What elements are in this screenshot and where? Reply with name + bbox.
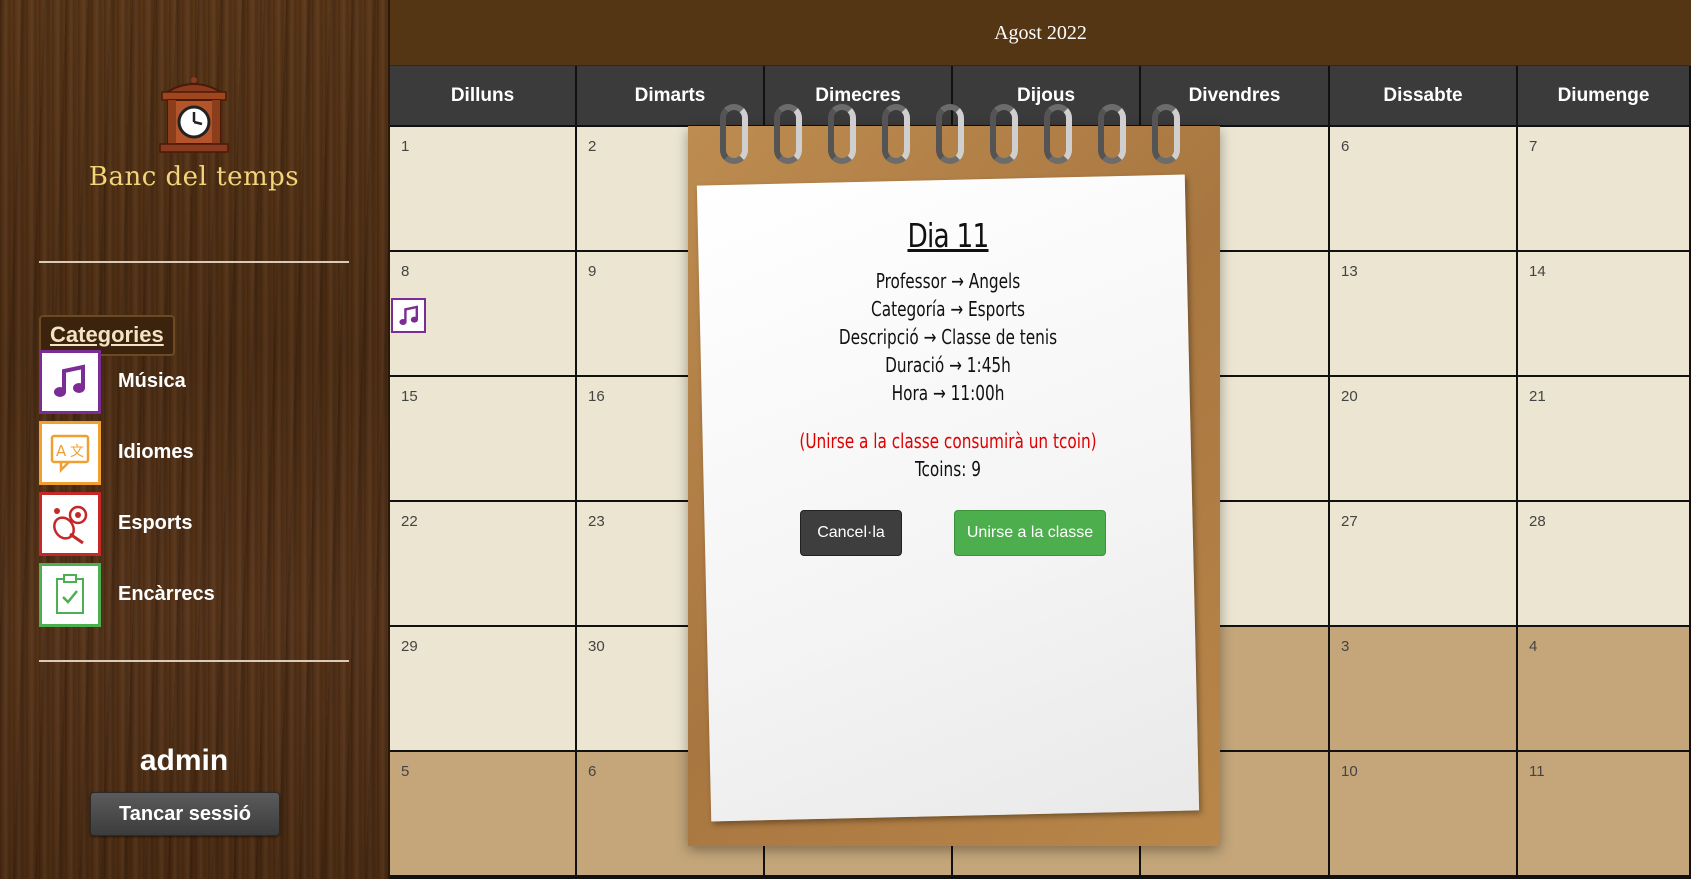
- day-cell[interactable]: 29: [390, 627, 577, 752]
- info-professor: Professor → Angels: [875, 269, 1021, 293]
- day-cell-other-month[interactable]: 11: [1518, 752, 1691, 877]
- category-label: Encàrrecs: [118, 583, 215, 605]
- category-item-esports[interactable]: Esports: [39, 492, 359, 556]
- day-cell[interactable]: 13: [1330, 252, 1518, 377]
- day-cell[interactable]: 7: [1518, 127, 1691, 252]
- day-cell[interactable]: 21: [1518, 377, 1691, 502]
- ring-icon: [828, 104, 856, 164]
- category-label: Idiomes: [118, 441, 194, 463]
- info-duration: Duració → 1:45h: [885, 353, 1011, 377]
- info-time: Hora → 11:00h: [891, 381, 1005, 405]
- modal-title: Dia 11: [907, 216, 989, 255]
- day-cell[interactable]: 22: [390, 502, 577, 627]
- day-name: Dilluns: [390, 66, 577, 127]
- day-number: 23: [588, 513, 605, 530]
- ring-icon: [990, 104, 1018, 164]
- sidebar-divider: [39, 261, 349, 263]
- category-item-encarrecs[interactable]: Encàrrecs: [39, 563, 359, 627]
- day-number: 20: [1341, 388, 1358, 405]
- month-title: Agost 2022: [994, 22, 1087, 44]
- modal-actions: Cancel·la Unirse a la classe: [800, 510, 1110, 556]
- day-number: 4: [1529, 638, 1538, 655]
- cancel-button[interactable]: Cancel·la: [800, 510, 902, 556]
- day-cell-other-month[interactable]: 10: [1330, 752, 1518, 877]
- svg-text:A: A: [56, 442, 67, 460]
- day-number: 8: [401, 263, 410, 280]
- day-number: 5: [401, 763, 410, 780]
- day-number: 30: [588, 638, 605, 655]
- sports-icon: [39, 492, 101, 556]
- info-description: Descripció → Classe de tenis: [838, 325, 1058, 349]
- day-cell[interactable]: 6: [1330, 127, 1518, 252]
- logout-button[interactable]: Tancar sessió: [90, 792, 280, 836]
- clipboard-check-icon: [39, 563, 101, 627]
- day-number: 29: [401, 638, 418, 655]
- day-name: Dissabte: [1330, 66, 1518, 127]
- day-number: 16: [588, 388, 605, 405]
- day-cell[interactable]: 1: [390, 127, 577, 252]
- ring-icon: [1098, 104, 1126, 164]
- ring-icon: [1044, 104, 1072, 164]
- category-item-idiomes[interactable]: A 文 Idiomes: [39, 421, 359, 485]
- category-label: Esports: [118, 512, 193, 534]
- day-cell[interactable]: 27: [1330, 502, 1518, 627]
- day-number: 15: [401, 388, 418, 405]
- tcoins-balance: Tcoins: 9: [915, 457, 981, 481]
- day-cell-other-month[interactable]: 4: [1518, 627, 1691, 752]
- day-number: 2: [588, 138, 597, 155]
- ring-icon: [936, 104, 964, 164]
- event-music-note-icon[interactable]: [391, 298, 426, 333]
- day-name: Diumenge: [1518, 66, 1691, 127]
- user-name: admin: [139, 744, 229, 777]
- day-number: 3: [1341, 638, 1350, 655]
- day-number: 1: [401, 138, 410, 155]
- day-number: 14: [1529, 263, 1546, 280]
- day-number: 10: [1341, 763, 1358, 780]
- day-cell[interactable]: 15: [390, 377, 577, 502]
- day-number: 27: [1341, 513, 1358, 530]
- day-number: 21: [1529, 388, 1546, 405]
- ring-icon: [882, 104, 910, 164]
- join-class-button[interactable]: Unirse a la classe: [954, 510, 1106, 556]
- day-cell[interactable]: 8: [390, 252, 577, 377]
- sidebar-divider: [39, 660, 349, 662]
- day-cell-other-month[interactable]: 5: [390, 752, 577, 877]
- day-number: 11: [1529, 763, 1545, 780]
- category-item-musica[interactable]: Música: [39, 350, 359, 414]
- day-number: 6: [588, 763, 597, 780]
- svg-text:文: 文: [70, 444, 84, 460]
- app-name: Banc del temps: [88, 162, 300, 192]
- notebook-rings: [720, 104, 1200, 166]
- sidebar: Banc del temps Categories Música A 文 Idi…: [0, 0, 390, 879]
- day-cell[interactable]: 20: [1330, 377, 1518, 502]
- translate-icon: A 文: [39, 421, 101, 485]
- day-number: 9: [588, 263, 597, 280]
- tcoin-warning: (Unirse a la classe consumirà un tcoin): [799, 429, 1097, 453]
- day-cell-other-month[interactable]: 3: [1330, 627, 1518, 752]
- day-number: 22: [401, 513, 418, 530]
- category-label: Música: [118, 370, 186, 392]
- calendar-header: Agost 2022: [390, 0, 1691, 67]
- clock-tower-icon: [154, 72, 234, 156]
- music-note-icon: [39, 350, 101, 414]
- modal-dialog: Dia 11 Professor → Angels Categoría → Es…: [704, 180, 1192, 483]
- logo[interactable]: Banc del temps: [0, 72, 388, 192]
- info-category: Categoría → Esports: [871, 297, 1025, 321]
- day-cell[interactable]: 14: [1518, 252, 1691, 377]
- day-number: 7: [1529, 138, 1538, 155]
- ring-icon: [1152, 104, 1180, 164]
- day-number: 13: [1341, 263, 1358, 280]
- day-number: 28: [1529, 513, 1546, 530]
- day-cell[interactable]: 28: [1518, 502, 1691, 627]
- ring-icon: [774, 104, 802, 164]
- ring-icon: [720, 104, 748, 164]
- day-number: 6: [1341, 138, 1350, 155]
